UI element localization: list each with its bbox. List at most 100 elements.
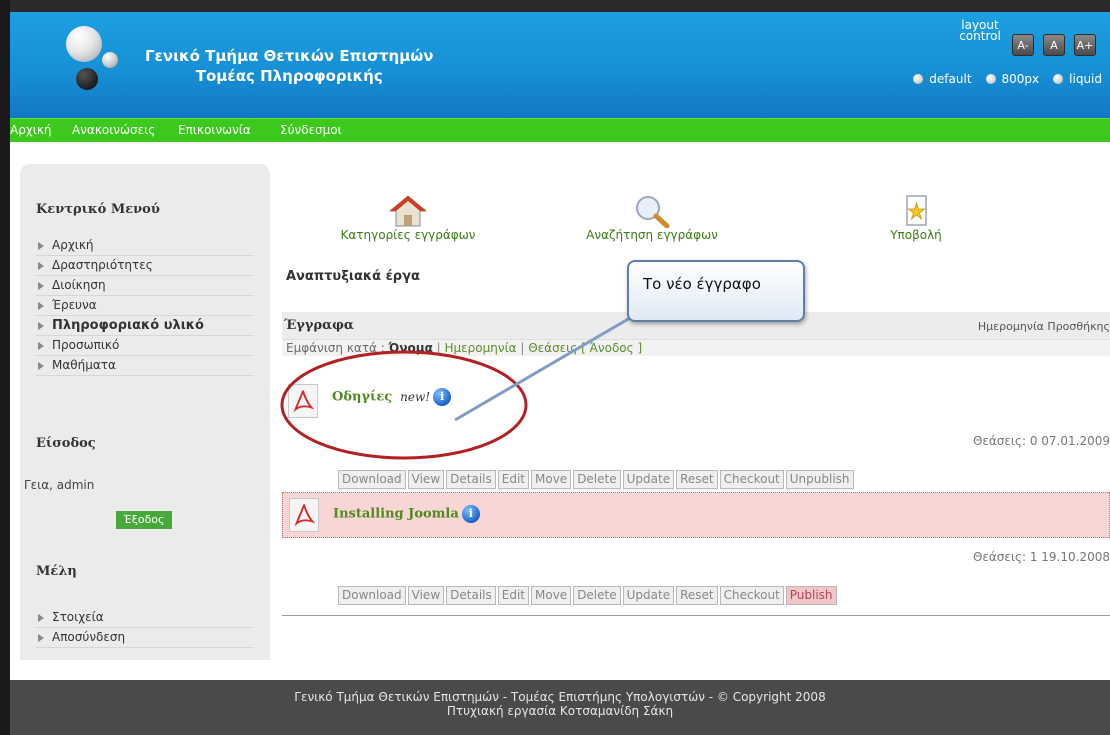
logout-button[interactable]: Έξοδος <box>116 511 172 529</box>
layout-options: default 800px liquid <box>899 71 1102 87</box>
move-button[interactable]: Move <box>531 470 572 489</box>
view-button[interactable]: View <box>407 586 445 605</box>
nav-item-home[interactable]: Αρχική <box>10 123 52 137</box>
triangle-right-icon <box>38 282 44 290</box>
layout-800px-radio[interactable] <box>985 74 996 84</box>
sidebar-item-activities[interactable]: Δραστηριότητες <box>36 256 254 276</box>
top-nav: Αρχική Ανακοινώσεις Επικοινωνία Σύνδεσμο… <box>10 118 1110 142</box>
layout-liquid-radio[interactable] <box>1053 74 1064 84</box>
document-views-date: Θεάσεις: 1 19.10.2008 <box>972 550 1110 564</box>
reset-button[interactable]: Reset <box>676 586 718 605</box>
tool-search-label: Αναζήτηση εγγράφων <box>586 228 718 242</box>
delete-button[interactable]: Delete <box>573 470 621 489</box>
sidebar-item-label: Προσωπικό <box>52 338 120 352</box>
pdf-icon[interactable] <box>289 498 319 532</box>
window-left-border <box>0 0 10 735</box>
date-added-header[interactable]: Ημερομηνία Προσθήκης <box>978 320 1110 333</box>
triangle-right-icon <box>38 362 44 370</box>
info-icon[interactable]: i <box>461 505 480 523</box>
sort-by-name[interactable]: Όνομα <box>389 341 433 355</box>
callout-text: Το νέο έγγραφο <box>643 275 761 293</box>
tool-submit[interactable]: Υποβολή <box>876 194 956 242</box>
tool-categories[interactable]: Κατηγορίες εγγράφων <box>338 194 478 242</box>
details-button[interactable]: Details <box>446 586 496 605</box>
reset-button[interactable]: Reset <box>676 470 718 489</box>
sidebar-item-logout[interactable]: Αποσύνδεση <box>36 628 254 648</box>
sidebar-item-research[interactable]: Έρευνα <box>36 296 254 316</box>
download-button[interactable]: Download <box>338 586 406 605</box>
footer-line1: Γενικό Τμήμα Θετικών Επιστημών - Τομέας … <box>294 690 826 704</box>
view-button[interactable]: View <box>407 470 445 489</box>
download-button[interactable]: Download <box>338 470 406 489</box>
sidebar: Κεντρικό Μενού Αρχική Δραστηριότητες Διο… <box>20 164 270 660</box>
unpublish-button[interactable]: Unpublish <box>785 470 854 489</box>
triangle-right-icon <box>38 614 44 622</box>
logo-sphere-dark <box>76 68 98 90</box>
font-normal-button[interactable]: A <box>1043 34 1065 56</box>
document-views-date: Θεάσεις: 0 07.01.2009 <box>972 434 1110 448</box>
delete-button[interactable]: Delete <box>573 586 621 605</box>
site-title-line1: Γενικό Τμήμα Θετικών Επιστημών <box>145 47 434 65</box>
sidebar-item-label: Διοίκηση <box>52 278 106 292</box>
site-title[interactable]: Γενικό Τμήμα Θετικών Επιστημών Τομέας Πλ… <box>145 46 434 86</box>
sidebar-item-label: Μαθήματα <box>52 358 116 372</box>
update-button[interactable]: Update <box>622 586 675 605</box>
publish-button[interactable]: Publish <box>785 586 837 605</box>
sort-order[interactable]: [ Άνοδος ] <box>581 341 642 355</box>
tool-submit-label: Υποβολή <box>890 228 942 242</box>
tool-categories-label: Κατηγορίες εγγράφων <box>340 228 476 242</box>
main-menu-title: Κεντρικό Μενού <box>36 202 160 217</box>
sort-by-date[interactable]: Ημερομηνία <box>445 341 517 355</box>
document-name-link[interactable]: Οδηγίες <box>332 390 392 405</box>
sidebar-item-courses[interactable]: Μαθήματα <box>36 356 254 376</box>
edit-button[interactable]: Edit <box>497 470 529 489</box>
new-badge: new! <box>400 389 431 404</box>
document-name-link[interactable]: Installing Joomla <box>333 507 459 522</box>
triangle-right-icon <box>38 634 44 642</box>
checkout-button[interactable]: Checkout <box>719 586 784 605</box>
sidebar-item-administration[interactable]: Διοίκηση <box>36 276 254 296</box>
sort-by-views[interactable]: Θεάσεις <box>528 341 577 355</box>
sidebar-item-label: Δραστηριότητες <box>52 258 153 272</box>
footer-line2: Πτυχιακή εργασία Κοτσαμανίδη Σάκη <box>446 704 674 718</box>
document-header: Οδηγίες new! i <box>282 376 1110 422</box>
list-divider <box>282 615 1110 616</box>
sidebar-item-details[interactable]: Στοιχεία <box>36 608 254 628</box>
magnifier-icon <box>636 196 670 228</box>
triangle-right-icon <box>38 262 44 270</box>
layout-liquid-label[interactable]: liquid <box>1069 72 1102 86</box>
sidebar-item-home[interactable]: Αρχική <box>36 236 254 256</box>
layout-control-text: layout control <box>959 18 1001 43</box>
details-button[interactable]: Details <box>446 470 496 489</box>
font-increase-button[interactable]: A+ <box>1074 34 1096 56</box>
main-content: Κατηγορίες εγγράφων Αναζήτηση εγγράφων Υ… <box>282 164 1110 660</box>
edit-button[interactable]: Edit <box>497 586 529 605</box>
info-icon[interactable]: i <box>433 388 452 406</box>
layout-800px-label[interactable]: 800px <box>1002 72 1040 86</box>
sidebar-item-label: Στοιχεία <box>52 610 104 624</box>
layout-default-label[interactable]: default <box>929 72 971 86</box>
pdf-icon[interactable] <box>288 384 318 418</box>
update-button[interactable]: Update <box>622 470 675 489</box>
sort-prefix: Εμφάνιση κατά : <box>286 341 385 355</box>
annotation-callout: Το νέο έγγραφο <box>627 260 805 322</box>
sidebar-item-label: Αρχική <box>52 238 94 252</box>
nav-item-announcements[interactable]: Ανακοινώσεις <box>72 123 155 137</box>
sidebar-item-staff[interactable]: Προσωπικό <box>36 336 254 356</box>
nav-item-links[interactable]: Σύνδεσμοι <box>280 123 342 137</box>
tool-search[interactable]: Αναζήτηση εγγράφων <box>572 194 732 242</box>
font-decrease-button[interactable]: A- <box>1012 34 1034 56</box>
nav-item-contact[interactable]: Επικοινωνία <box>178 123 251 137</box>
section-title: Αναπτυξιακά έργα <box>286 269 420 284</box>
checkout-button[interactable]: Checkout <box>719 470 784 489</box>
triangle-right-icon <box>38 322 44 330</box>
move-button[interactable]: Move <box>531 586 572 605</box>
members-title: Μέλη <box>36 564 77 579</box>
star-document-icon <box>906 195 927 226</box>
house-icon <box>388 195 428 227</box>
site-title-line2: Τομέας Πληροφορικής <box>195 67 383 85</box>
window-top-border <box>0 0 1110 12</box>
sidebar-item-information[interactable]: Πληροφοριακό υλικό <box>36 316 254 336</box>
site-header: Γενικό Τμήμα Θετικών Επιστημών Τομέας Πλ… <box>10 12 1110 118</box>
layout-default-radio[interactable] <box>913 74 924 84</box>
